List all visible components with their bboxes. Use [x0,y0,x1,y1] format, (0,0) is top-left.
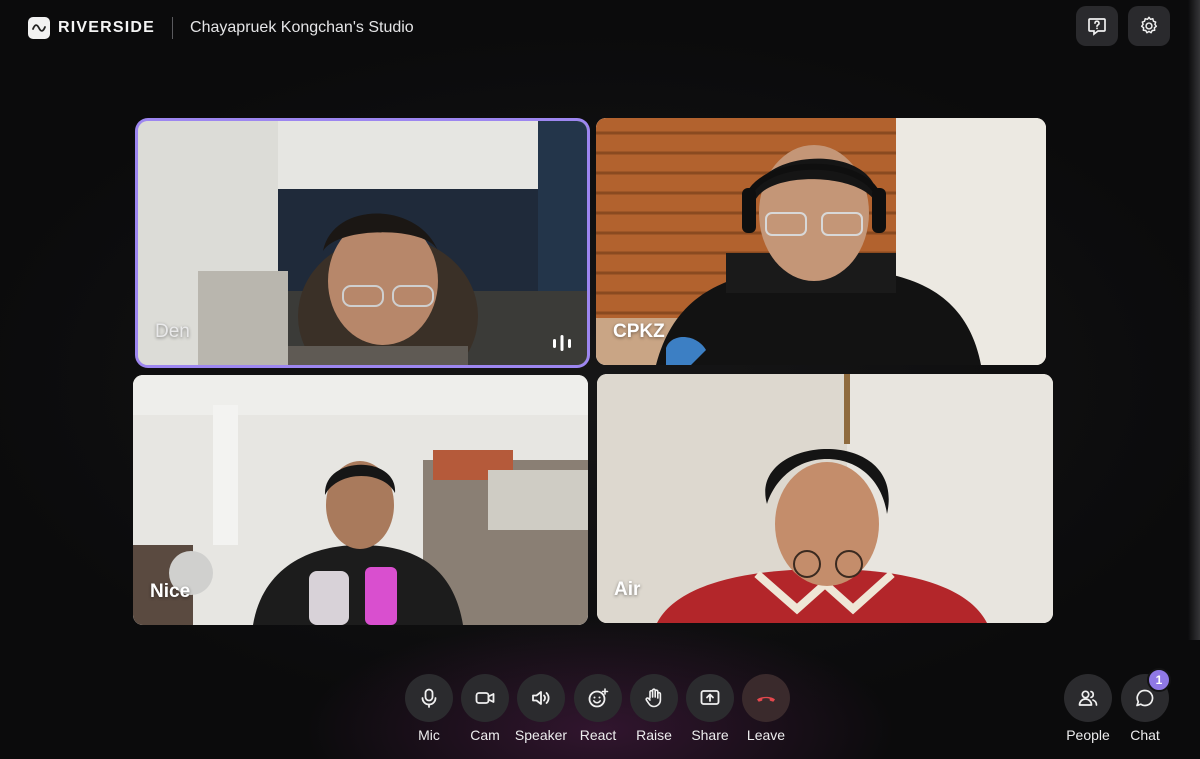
participant-name: Den [155,321,190,342]
raise-label: Raise [636,727,672,743]
react-icon-button[interactable] [574,674,622,722]
cam-icon-button[interactable] [461,674,509,722]
video-feed-air [597,374,1053,623]
mic-button[interactable]: Mic [399,674,459,743]
video-feed-den [138,121,587,365]
speaker-label: Speaker [514,727,568,743]
window-edge [1188,0,1200,640]
emoji-add-icon [588,688,609,708]
cam-button[interactable]: Cam [455,674,515,743]
chat-label: Chat [1130,727,1160,743]
header-divider [172,17,174,39]
react-label: React [579,727,617,743]
hang-up-icon [757,696,775,702]
screen-share-icon [700,690,720,705]
mic-icon-button[interactable] [405,674,453,722]
help-button[interactable] [1076,6,1118,46]
video-tile-air[interactable]: Air [597,374,1053,623]
leave-icon-button[interactable] [742,674,790,722]
speaking-indicator-icon [553,335,571,351]
video-feed-nice [133,375,588,625]
leave-button[interactable]: Leave [736,674,796,743]
speaker-icon [532,691,550,705]
speaker-button[interactable]: Speaker [511,674,571,743]
raise-icon-button[interactable] [630,674,678,722]
settings-button[interactable] [1128,6,1170,46]
people-icon [1078,690,1098,706]
brand-name: RIVERSIDE [58,19,156,36]
cam-label: Cam [470,727,500,743]
header-brand: RIVERSIDE Chayapruek Kongchan's Studio [28,17,414,39]
studio-screen: RIVERSIDE Chayapruek Kongchan's Studio D… [0,0,1200,759]
video-tile-cpkz[interactable]: CPKZ [596,118,1046,365]
hand-icon [645,688,662,708]
people-label: People [1066,727,1110,743]
people-button[interactable]: People [1058,674,1118,743]
people-icon-button[interactable] [1064,674,1112,722]
video-tile-nice[interactable]: Nice [133,375,588,625]
share-label: Share [691,727,729,743]
speaker-icon-button[interactable] [517,674,565,722]
participant-name: Nice [150,581,191,602]
settings-icon [1140,16,1158,34]
camera-icon [475,692,495,704]
help-icon [1088,18,1106,36]
mic-icon [421,688,437,708]
studio-title: Chayapruek Kongchan's Studio [190,19,414,36]
participant-name: Air [614,579,641,600]
participant-name: CPKZ [613,321,665,342]
mic-label: Mic [418,727,440,743]
leave-label: Leave [746,727,786,743]
share-icon-button[interactable] [686,674,734,722]
chat-unread-badge: 1 [1147,668,1171,692]
riverside-logo-icon [28,17,50,39]
chat-button[interactable]: 1 Chat [1115,668,1175,743]
share-button[interactable]: Share [680,674,740,743]
raise-hand-button[interactable]: Raise [624,674,684,743]
react-button[interactable]: React [568,674,628,743]
video-tile-den[interactable]: Den [138,121,587,365]
